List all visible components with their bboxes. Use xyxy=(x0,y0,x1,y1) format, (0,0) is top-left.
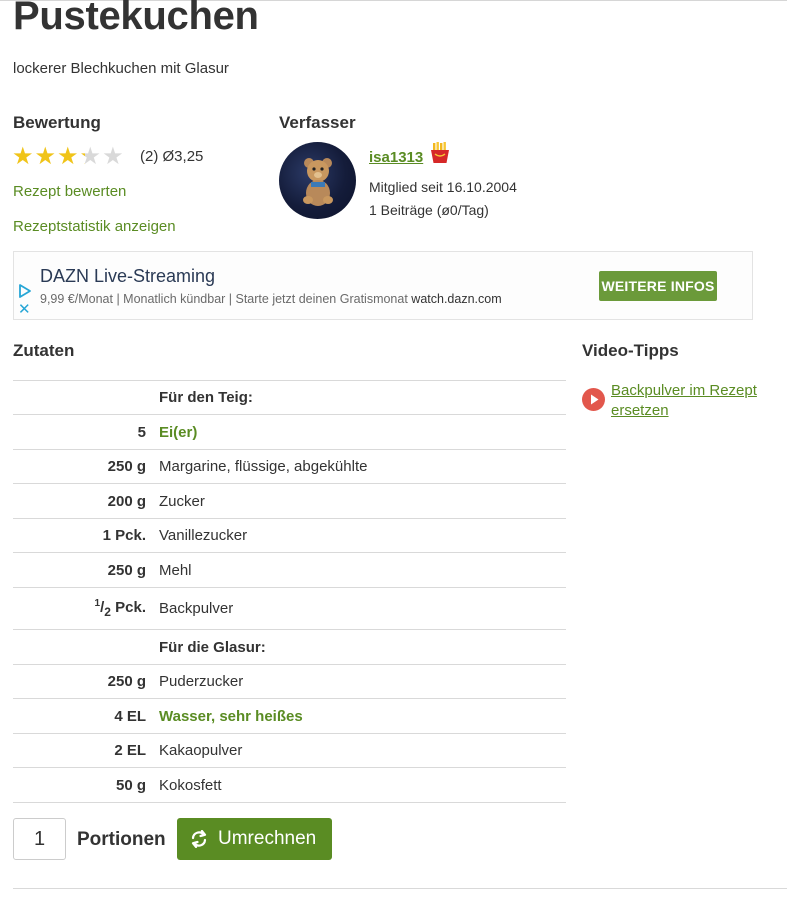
ingredient-name: Zucker xyxy=(159,492,205,510)
ingredient-amount: 2 EL xyxy=(114,742,146,759)
ingredient-name: Mehl xyxy=(159,561,192,579)
recalculate-label: Umrechnen xyxy=(218,828,317,849)
ingredient-amount xyxy=(13,381,159,415)
ingredient-row: 50 g Kokosfett xyxy=(13,767,566,803)
ad-title[interactable]: DAZN Live-Streaming xyxy=(40,266,215,287)
ingredient-row: 5 Ei(er) xyxy=(13,414,566,450)
rating-count: (2) xyxy=(140,148,159,165)
rate-recipe-link[interactable]: Rezept bewerten xyxy=(13,183,126,200)
ad-more-info-button[interactable]: WEITERE INFOS xyxy=(599,271,717,301)
ingredient-amount: 4 EL xyxy=(114,707,146,725)
bottom-divider xyxy=(13,888,787,889)
video-tip-link[interactable]: Backpulver im Rezept ersetzen xyxy=(611,381,781,421)
ingredient-amount: 200 g xyxy=(107,492,146,510)
ad-description: 9,99 €/Monat | Monatlich kündbar | Start… xyxy=(40,292,502,306)
avatar[interactable] xyxy=(279,142,356,219)
portions-input[interactable] xyxy=(13,818,66,860)
ad-domain[interactable]: watch.dazn.com xyxy=(411,292,501,306)
ingredient-row: 1 Pck. Vanillezucker xyxy=(13,518,566,553)
author-member-since: Mitglied seit 16.10.2004 xyxy=(369,179,517,195)
ingredient-row: 1/2 Pck. Backpulver xyxy=(13,587,566,630)
ingredient-amount: 250 g xyxy=(107,673,146,690)
rating-heading: Bewertung xyxy=(13,113,101,132)
ingredient-amount: 50 g xyxy=(115,776,146,794)
ad-description-text: 9,99 €/Monat | Monatlich kündbar | Start… xyxy=(40,292,408,306)
ingredient-row: 250 g Margarine, flüssige, abgekühlte xyxy=(13,449,566,484)
play-icon[interactable] xyxy=(582,388,605,411)
author-name-link[interactable]: isa1313 xyxy=(369,149,423,166)
author-heading: Verfasser xyxy=(279,113,356,132)
rating-average: Ø3,25 xyxy=(162,148,204,165)
video-tips-heading: Video-Tipps xyxy=(582,341,679,360)
ingredient-amount: 250 g xyxy=(107,458,146,475)
ingredient-amount: 1/2 Pck. xyxy=(13,588,159,630)
ingredient-amount: 1 Pck. xyxy=(102,527,146,544)
ingredients-table: Für den Teig: 5 Ei(er) 250 g Margarine, flüs… xyxy=(13,380,566,803)
star-icon: ★ xyxy=(12,143,34,170)
star-icon: ★ xyxy=(102,143,124,170)
star-icon: ★ xyxy=(57,143,79,170)
ingredient-group-row: Für den Teig: xyxy=(13,380,566,415)
recipe-stats-link[interactable]: Rezeptstatistik anzeigen xyxy=(13,218,176,235)
recipe-subtitle: lockerer Blechkuchen mit Glasur xyxy=(13,60,229,77)
refresh-icon xyxy=(191,830,207,848)
fraction-unit: Pck. xyxy=(110,599,146,616)
ad-close-icon[interactable]: ✕ xyxy=(18,302,31,317)
star-icon: ★ xyxy=(79,143,102,170)
ad-choices-icon[interactable] xyxy=(17,283,33,299)
ingredient-row: 200 g Zucker xyxy=(13,483,566,519)
author-post-count: 1 Beiträge (ø0/Tag) xyxy=(369,202,489,218)
ingredient-name: Kokosfett xyxy=(159,776,222,794)
ingredient-name-link[interactable]: Wasser, sehr heißes xyxy=(159,699,566,734)
recalculate-button[interactable]: Umrechnen xyxy=(177,818,332,860)
ingredient-name: Vanillezucker xyxy=(159,527,248,544)
ingredient-group-title: Für die Glasur: xyxy=(159,638,266,656)
ingredient-amount xyxy=(13,630,159,665)
recipe-title: Pustekuchen xyxy=(13,0,259,38)
teddy-bear-icon xyxy=(303,158,333,206)
ingredients-heading: Zutaten xyxy=(13,341,75,360)
ingredient-name: Kakaopulver xyxy=(159,742,243,759)
rating-stars: ★ ★ ★ ★ ★ xyxy=(12,145,124,169)
rating-summary: (2) Ø3,25 xyxy=(140,148,203,165)
ingredient-row: 2 EL Kakaopulver xyxy=(13,733,566,768)
fraction-denominator: 2 xyxy=(104,605,111,619)
ingredient-row: 250 g Mehl xyxy=(13,552,566,588)
ingredient-group-title: Für den Teig: xyxy=(159,389,253,406)
ingredient-row: 4 EL Wasser, sehr heißes xyxy=(13,698,566,734)
portions-label: Portionen xyxy=(77,829,166,850)
ad-banner[interactable]: ✕ DAZN Live-Streaming 9,99 €/Monat | Mon… xyxy=(13,251,753,320)
ingredient-name: Margarine, flüssige, abgekühlte xyxy=(159,458,368,475)
ingredient-amount: 250 g xyxy=(107,561,146,579)
ingredient-group-row: Für die Glasur: xyxy=(13,629,566,665)
ingredient-row: 250 g Puderzucker xyxy=(13,664,566,699)
ingredient-name-link[interactable]: Ei(er) xyxy=(159,415,566,450)
star-icon: ★ xyxy=(34,143,57,170)
ingredient-name: Backpulver xyxy=(159,600,234,617)
ingredient-name: Puderzucker xyxy=(159,673,244,690)
fries-icon xyxy=(431,142,449,163)
ingredient-amount: 5 xyxy=(137,423,146,441)
